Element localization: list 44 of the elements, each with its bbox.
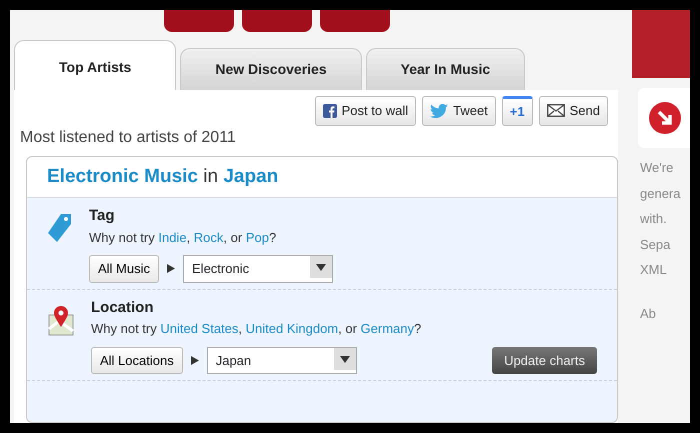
banner-image [632,10,690,78]
sidebar-text: with. [640,210,668,228]
bird-icon [430,104,448,118]
suggestion-text: Why not try United States, United Kingdom, or Germany? [91,320,422,338]
filter-title: Tag [89,206,116,226]
link[interactable]: Pop [246,230,269,244]
tab[interactable]: New Discoveries [180,48,362,90]
map-pin-icon [47,304,75,336]
link[interactable]: Indie [158,230,187,244]
link[interactable]: Rock [194,230,224,244]
triangle-icon [190,356,199,365]
sidebar-text: genera [640,184,682,203]
sidebar-text: We're [640,159,674,177]
reset-button[interactable]: All Music [89,255,160,282]
link[interactable]: Japan [223,166,278,186]
sidebar-link[interactable]: Sepa [640,234,690,254]
share-button[interactable]: Send [538,96,608,126]
logo-block [242,10,312,32]
dropdown[interactable]: Electronic [183,255,334,282]
chart-heading: Electronic Music in Japan [27,156,617,198]
dropdown[interactable]: Japan [206,346,357,374]
triangle-icon [167,264,176,274]
facebook-icon [322,104,337,118]
reset-button[interactable]: All Locations [91,346,183,374]
link[interactable]: United States [160,321,238,336]
link[interactable]: Electronic Music [47,166,198,186]
tag-icon [47,213,73,243]
tab[interactable]: Year In Music [366,48,526,90]
tab[interactable]: Top Artists [14,40,176,90]
link[interactable]: Germany [360,321,414,336]
sidebar-link[interactable]: Ab [640,304,690,323]
filter-title: Location [91,298,154,318]
envelope-icon [546,104,565,118]
sidebar-link[interactable]: XML [640,260,690,280]
suggestion-text: Why not try Indie, Rock, or Pop? [89,228,278,247]
share-button[interactable]: Post to wall [314,96,416,126]
arrow-circle-icon[interactable] [648,101,682,135]
logo-block [164,10,234,32]
share-button[interactable]: +1 [502,96,533,126]
logo-block [320,10,390,32]
update-charts-button[interactable]: Update charts [492,346,597,374]
share-button[interactable]: Tweet [422,96,496,126]
subtitle: Most listened to artists of 2011 [20,128,237,148]
link[interactable]: United Kingdom [246,321,338,336]
